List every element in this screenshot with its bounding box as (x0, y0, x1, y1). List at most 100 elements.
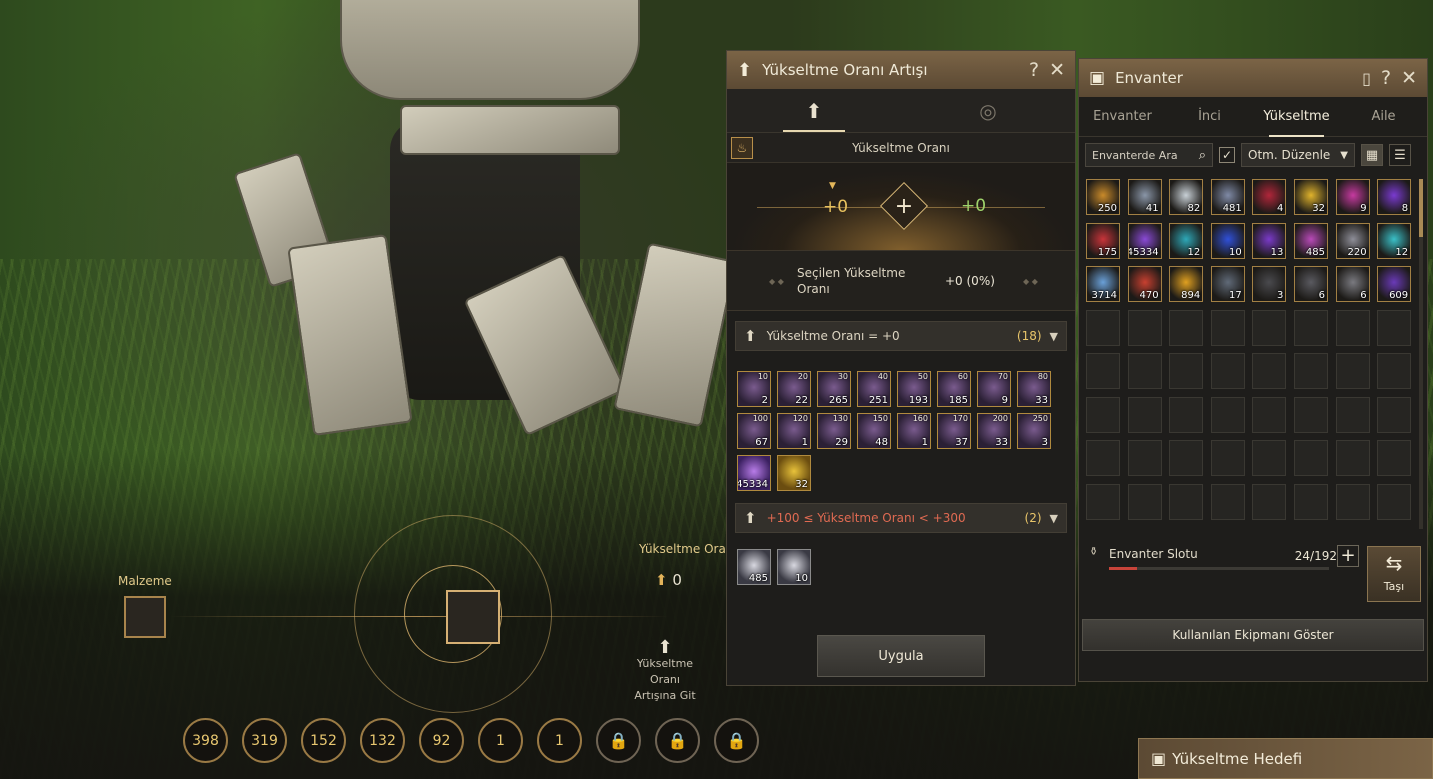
inventory-empty-slot[interactable] (1335, 396, 1370, 433)
inventory-empty-slot[interactable] (1335, 309, 1370, 346)
count-badge[interactable]: 92 (419, 718, 464, 763)
upgrade-material-slot[interactable]: 32 (777, 455, 811, 491)
inventory-item-slot[interactable]: 470 (1127, 266, 1162, 302)
inventory-empty-slot[interactable] (1086, 396, 1120, 433)
list-view-icon[interactable]: ☰ (1389, 144, 1411, 166)
upgrade-material-slot[interactable]: 170 37 (937, 413, 971, 449)
inventory-empty-slot[interactable] (1086, 483, 1120, 520)
inventory-item-slot[interactable]: 17 (1210, 266, 1245, 302)
inventory-item-slot[interactable]: 12 (1169, 222, 1204, 259)
inventory-item-slot[interactable]: 485 (1293, 222, 1328, 259)
inventory-item-slot[interactable]: 8 (1377, 179, 1412, 215)
inventory-item-slot[interactable]: 3714 (1086, 266, 1120, 302)
count-badge[interactable]: 1 (478, 718, 523, 763)
inventory-item-slot[interactable]: 10 (1210, 222, 1245, 259)
inventory-empty-slot[interactable] (1169, 353, 1204, 389)
inventory-empty-slot[interactable] (1252, 440, 1287, 476)
tab-inventory-3[interactable]: Aile (1340, 97, 1427, 137)
tab-upgrade-rate[interactable]: ⬆ (727, 89, 901, 132)
inventory-empty-slot[interactable] (1293, 396, 1328, 433)
upgrade-target-slot[interactable] (446, 590, 500, 644)
inventory-empty-slot[interactable] (1210, 396, 1245, 433)
inventory-item-slot[interactable]: 3 (1252, 266, 1287, 302)
upgrade-material-slot[interactable]: 20 22 (777, 371, 811, 407)
inventory-empty-slot[interactable] (1293, 309, 1328, 346)
upgrade-material-slot[interactable]: 485 (737, 549, 771, 585)
inventory-item-slot[interactable]: 4 (1252, 179, 1287, 215)
inventory-item-slot[interactable]: 481 (1210, 179, 1245, 215)
apply-button[interactable]: Uygula (817, 635, 985, 677)
inventory-empty-slot[interactable] (1377, 440, 1412, 476)
inventory-empty-slot[interactable] (1169, 396, 1204, 433)
go-to-upgrade-rate-button[interactable]: ⬆ Yükseltme Oranı Artışına Git (630, 639, 700, 704)
inventory-item-slot[interactable]: 45334 (1127, 222, 1162, 259)
grid-view-icon[interactable]: ▦ (1361, 144, 1383, 166)
count-badge[interactable]: 132 (360, 718, 405, 763)
inventory-empty-slot[interactable] (1335, 483, 1370, 520)
show-used-equipment-button[interactable]: Kullanılan Ekipmanı Göster (1082, 619, 1424, 651)
upgrade-material-slot[interactable]: 150 48 (857, 413, 891, 449)
move-button[interactable]: ⇆ Taşı (1367, 546, 1421, 602)
inventory-empty-slot[interactable] (1086, 440, 1120, 476)
upgrade-material-slot[interactable]: 45334 (737, 455, 771, 491)
tab-inventory-1[interactable]: İnci (1166, 97, 1253, 137)
search-icon[interactable]: ⌕ (1199, 148, 1206, 163)
chevron-down-icon[interactable]: ▼ (1050, 330, 1058, 343)
close-button[interactable]: ✕ (1401, 67, 1417, 89)
inventory-empty-slot[interactable] (1210, 440, 1245, 476)
inventory-empty-slot[interactable] (1169, 440, 1204, 476)
expand-slots-button[interactable]: + (1337, 545, 1359, 567)
inventory-scrollbar[interactable] (1419, 179, 1423, 529)
inventory-empty-slot[interactable] (1377, 353, 1412, 389)
inventory-empty-slot[interactable] (1127, 309, 1162, 346)
tab-inventory-0[interactable]: Envanter (1079, 97, 1166, 137)
tab-spirit[interactable]: ◎ (901, 89, 1075, 132)
chevron-down-icon[interactable]: ▼ (1050, 512, 1058, 525)
upgrade-material-slot[interactable]: 10 2 (737, 371, 771, 407)
sort-dropdown[interactable]: Otm. Düzenle ▼ (1241, 143, 1355, 167)
upgrade-material-slot[interactable]: 200 33 (977, 413, 1011, 449)
upgrade-material-slot[interactable]: 30 265 (817, 371, 851, 407)
material-slot[interactable] (124, 596, 166, 638)
upgrade-material-slot[interactable]: 160 1 (897, 413, 931, 449)
inventory-empty-slot[interactable] (1335, 440, 1370, 476)
inventory-empty-slot[interactable] (1252, 483, 1287, 520)
count-badge[interactable]: 152 (301, 718, 346, 763)
search-input[interactable]: Envanterde Ara ⌕ (1085, 143, 1213, 167)
inventory-empty-slot[interactable] (1169, 309, 1204, 346)
inventory-empty-slot[interactable] (1127, 440, 1162, 476)
inventory-item-slot[interactable]: 894 (1169, 266, 1204, 302)
upgrade-material-slot[interactable]: 10 (777, 549, 811, 585)
inventory-empty-slot[interactable] (1252, 309, 1287, 346)
inventory-item-slot[interactable]: 609 (1377, 266, 1412, 302)
upgrade-material-slot[interactable]: 70 9 (977, 371, 1011, 407)
group-header-rate-zero[interactable]: ⬆ Yükseltme Oranı = +0 (18) ▼ (735, 321, 1067, 351)
inventory-empty-slot[interactable] (1210, 483, 1245, 520)
inventory-empty-slot[interactable] (1377, 396, 1412, 433)
auto-sort-checkbox[interactable]: ✓ (1219, 147, 1235, 163)
inventory-empty-slot[interactable] (1335, 353, 1370, 389)
inventory-item-slot[interactable]: 9 (1335, 179, 1370, 215)
inventory-item-slot[interactable]: 6 (1293, 266, 1328, 302)
inventory-item-slot[interactable]: 41 (1127, 179, 1162, 215)
inventory-item-slot[interactable]: 13 (1252, 222, 1287, 259)
upgrade-material-slot[interactable]: 60 185 (937, 371, 971, 407)
close-button[interactable]: ✕ (1049, 59, 1065, 81)
help-button[interactable]: ? (1381, 67, 1391, 89)
upgrade-material-slot[interactable]: 250 3 (1017, 413, 1051, 449)
inventory-empty-slot[interactable] (1127, 483, 1162, 520)
inventory-empty-slot[interactable] (1210, 353, 1245, 389)
count-badge[interactable]: 319 (242, 718, 287, 763)
inventory-item-slot[interactable]: 32 (1293, 179, 1328, 215)
inventory-empty-slot[interactable] (1086, 353, 1120, 389)
inventory-empty-slot[interactable] (1252, 396, 1287, 433)
inventory-empty-slot[interactable] (1127, 396, 1162, 433)
help-button[interactable]: ? (1029, 59, 1039, 81)
inventory-empty-slot[interactable] (1210, 309, 1245, 346)
upgrade-material-slot[interactable]: 40 251 (857, 371, 891, 407)
inventory-empty-slot[interactable] (1293, 440, 1328, 476)
upgrade-material-slot[interactable]: 120 1 (777, 413, 811, 449)
inventory-empty-slot[interactable] (1293, 353, 1328, 389)
group-header-rate-100-300[interactable]: ⬆ +100 ≤ Yükseltme Oranı < +300 (2) ▼ (735, 503, 1067, 533)
inventory-item-slot[interactable]: 82 (1169, 179, 1204, 215)
